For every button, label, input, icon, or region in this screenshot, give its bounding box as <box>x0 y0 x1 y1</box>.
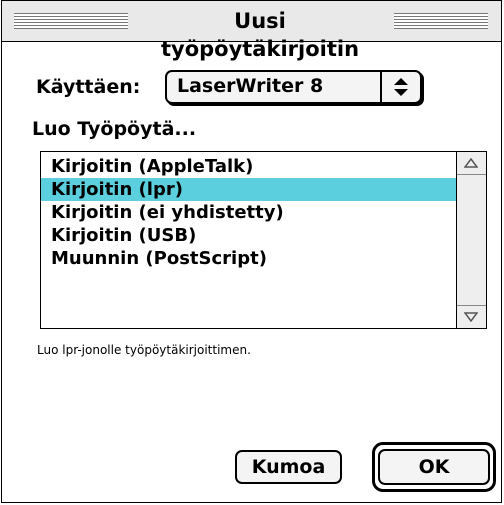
list-item[interactable]: Kirjoitin (AppleTalk) <box>41 155 456 178</box>
using-label: Käyttäen: <box>36 76 141 98</box>
up-down-arrows-icon <box>380 72 420 102</box>
list-item[interactable]: Kirjoitin (ei yhdistetty) <box>41 201 456 224</box>
printer-type-list[interactable]: Kirjoitin (AppleTalk) Kirjoitin (lpr) Kirj… <box>40 151 487 329</box>
title-bar-stripes-left <box>14 13 128 29</box>
create-desktop-label: Luo Työpöytä... <box>32 118 197 140</box>
dialog-window: Uusi työpöytäkirjoitin Käyttäen: LaserWr… <box>1 0 502 503</box>
scroll-down-button[interactable] <box>457 305 486 328</box>
scroll-track[interactable] <box>457 175 486 305</box>
driver-popup-menu[interactable]: LaserWriter 8 <box>165 70 422 104</box>
scroll-up-button[interactable] <box>457 152 486 175</box>
scroll-down-arrow-icon <box>464 312 478 322</box>
list-item[interactable]: Kirjoitin (USB) <box>41 224 456 247</box>
scroll-up-arrow-icon <box>464 158 478 168</box>
title-bar-stripes-right <box>394 13 488 29</box>
printer-type-items: Kirjoitin (AppleTalk) Kirjoitin (lpr) Kirj… <box>41 152 456 328</box>
list-item[interactable]: Kirjoitin (lpr) <box>41 178 456 201</box>
ok-button[interactable]: OK <box>378 449 490 485</box>
list-item[interactable]: Muunnin (PostScript) <box>41 247 456 270</box>
description-text: Luo lpr-jonolle työpöytäkirjoittimen. <box>37 343 251 357</box>
list-scrollbar[interactable] <box>456 152 486 328</box>
cancel-button[interactable]: Kumoa <box>235 450 342 484</box>
title-bar[interactable]: Uusi työpöytäkirjoitin <box>2 1 501 61</box>
driver-popup-value: LaserWriter 8 <box>177 75 324 97</box>
window-title: Uusi työpöytäkirjoitin <box>132 7 388 61</box>
